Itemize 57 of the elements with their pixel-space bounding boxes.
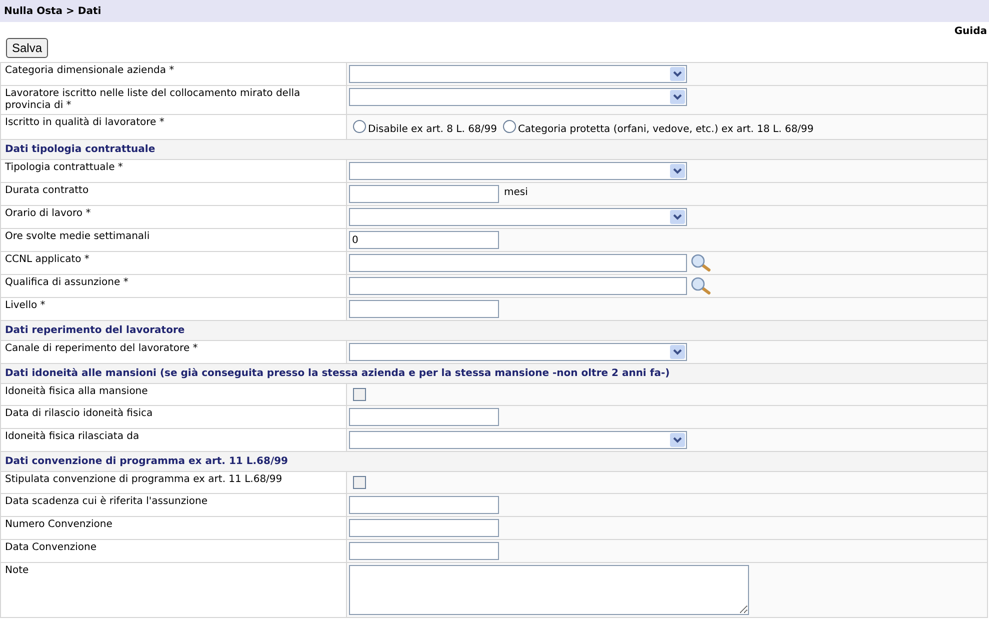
input-field[interactable] [349, 496, 499, 514]
dropdown[interactable] [349, 162, 687, 180]
field-label: Data di rilascio idoneità fisica [5, 408, 153, 419]
help-link[interactable]: Guida [954, 24, 987, 38]
input-field[interactable]: 0 [349, 231, 499, 249]
dropdown[interactable] [349, 431, 687, 449]
save-button[interactable]: Salva [6, 38, 48, 58]
breadcrumb: Nulla Osta > Dati [4, 4, 102, 18]
section-heading: Dati idoneità alle mansioni (se già conseguita presso la stessa azienda e per la stessa mansione -non oltre 2 anni fa-) [5, 367, 670, 381]
dropdown[interactable] [349, 208, 687, 226]
radio-label[interactable]: Disabile ex art. 8 L. 68/99 [368, 122, 497, 137]
search-icon[interactable] [690, 254, 712, 272]
chevron-down-icon [670, 67, 685, 81]
field-label: Orario di lavoro * [5, 208, 91, 219]
dropdown[interactable] [349, 65, 687, 83]
radio-button[interactable] [353, 120, 366, 133]
input-field[interactable] [349, 542, 499, 560]
input-field[interactable] [349, 519, 499, 537]
section-heading: Dati convenzione di programma ex art. 11 L.68/99 [5, 455, 288, 469]
section-heading: Dati reperimento del lavoratore [5, 324, 185, 338]
field-label: Idoneità fisica alla mansione [5, 386, 148, 397]
field-label: CCNL applicato * [5, 254, 90, 265]
field-label: Durata contratto [5, 185, 89, 196]
field-label: Ore svolte medie settimanali [5, 231, 150, 242]
dropdown[interactable] [349, 343, 687, 361]
input-field[interactable] [349, 300, 499, 318]
input-field[interactable] [349, 277, 687, 295]
field-label: Canale di reperimento del lavoratore * [5, 343, 198, 354]
chevron-down-icon [670, 164, 685, 178]
field-label: Numero Convenzione [5, 519, 112, 530]
chevron-down-icon [670, 90, 685, 104]
radio-label[interactable]: Categoria protetta (orfani, vedove, etc.) ex art. 18 L. 68/99 [518, 122, 814, 137]
notes-field[interactable] [349, 565, 749, 615]
field-label: Data scadenza cui è riferita l'assunzione [5, 496, 208, 507]
search-icon[interactable] [690, 277, 712, 295]
field-label: Qualifica di assunzione * [5, 277, 128, 288]
field-label: Categoria dimensionale azienda * [5, 65, 174, 76]
radio-button[interactable] [502, 120, 516, 133]
chevron-down-icon [670, 345, 685, 359]
checkbox[interactable] [353, 388, 366, 401]
dropdown[interactable] [349, 88, 687, 106]
section-heading: Dati tipologia contrattuale [5, 143, 156, 157]
field-label: Tipologia contrattuale * [5, 162, 123, 173]
field-label: Iscritto in qualità di lavoratore * [5, 117, 164, 128]
chevron-down-icon [670, 433, 685, 447]
input-field[interactable] [349, 408, 499, 426]
field-label: Idoneità fisica rilasciata da [5, 431, 140, 442]
field-label: Livello * [5, 300, 46, 311]
checkbox[interactable] [353, 476, 366, 489]
field-label: Data Convenzione [5, 542, 97, 553]
input-field[interactable] [349, 185, 499, 203]
field-label: Lavoratore iscritto nelle liste del collocamento mirato della provincia di * [5, 88, 300, 111]
field-label: Note [5, 565, 29, 576]
input-field[interactable] [349, 254, 687, 272]
field-label: Stipulata convenzione di programma ex art. 11 L.68/99 [5, 474, 282, 485]
chevron-down-icon [670, 210, 685, 224]
unit-label: mesi [504, 186, 528, 200]
